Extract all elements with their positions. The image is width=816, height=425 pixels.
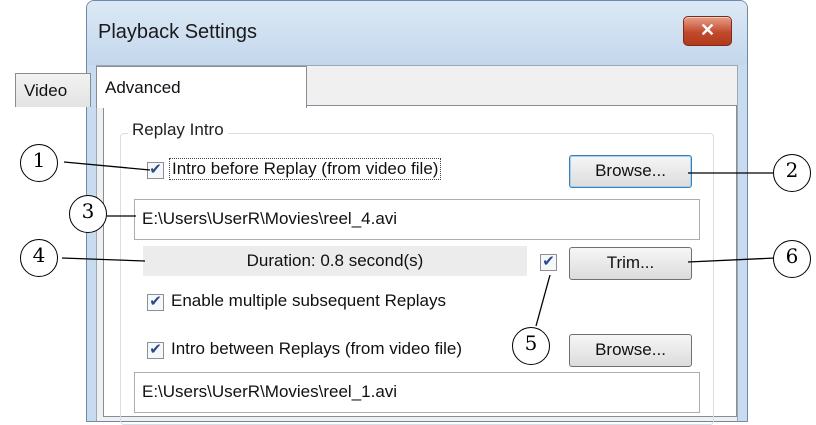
tab-advanced[interactable]: Advanced [96, 66, 307, 108]
title-bar[interactable]: Playback Settings ✕ [87, 1, 747, 65]
callout-3: 3 [69, 195, 107, 233]
trim-button[interactable]: Trim... [569, 247, 692, 280]
duration-display: Duration: 0.8 second(s) [143, 246, 527, 277]
intro-between-path-field[interactable]: E:\Users\UserR\Movies\reel_1.avi [134, 372, 700, 413]
intro-between-replays-label[interactable]: Intro between Replays (from video file) [171, 339, 462, 359]
browse-before-button[interactable]: Browse... [569, 155, 692, 188]
enable-multiple-replays-label[interactable]: Enable multiple subsequent Replays [171, 291, 446, 311]
checkmark-icon: ✔ [542, 253, 555, 270]
intro-before-path-field[interactable]: E:\Users\UserR\Movies\reel_4.avi [134, 199, 700, 240]
enable-multiple-replays-checkbox[interactable]: ✔ [147, 293, 164, 311]
intro-between-replays-checkbox[interactable]: ✔ [147, 341, 164, 359]
intro-before-replay-label[interactable]: Intro before Replay (from video file) [169, 158, 442, 180]
browse-between-button[interactable]: Browse... [569, 334, 692, 367]
callout-2: 2 [773, 154, 811, 192]
window-title: Playback Settings [98, 21, 257, 43]
tab-video[interactable]: Video [15, 73, 91, 107]
intro-before-replay-checkbox[interactable]: ✔ [147, 161, 164, 179]
close-button[interactable]: ✕ [683, 16, 732, 46]
close-icon: ✕ [699, 20, 716, 40]
checkmark-icon: ✔ [149, 161, 162, 178]
checkmark-icon: ✔ [149, 341, 162, 358]
checkmark-icon: ✔ [149, 293, 162, 310]
replay-intro-group-title: Replay Intro [128, 120, 228, 140]
callout-5: 5 [512, 327, 550, 365]
callout-1: 1 [20, 144, 58, 182]
trim-checkbox[interactable]: ✔ [540, 253, 557, 271]
callout-4: 4 [20, 239, 58, 277]
callout-6: 6 [773, 240, 811, 278]
